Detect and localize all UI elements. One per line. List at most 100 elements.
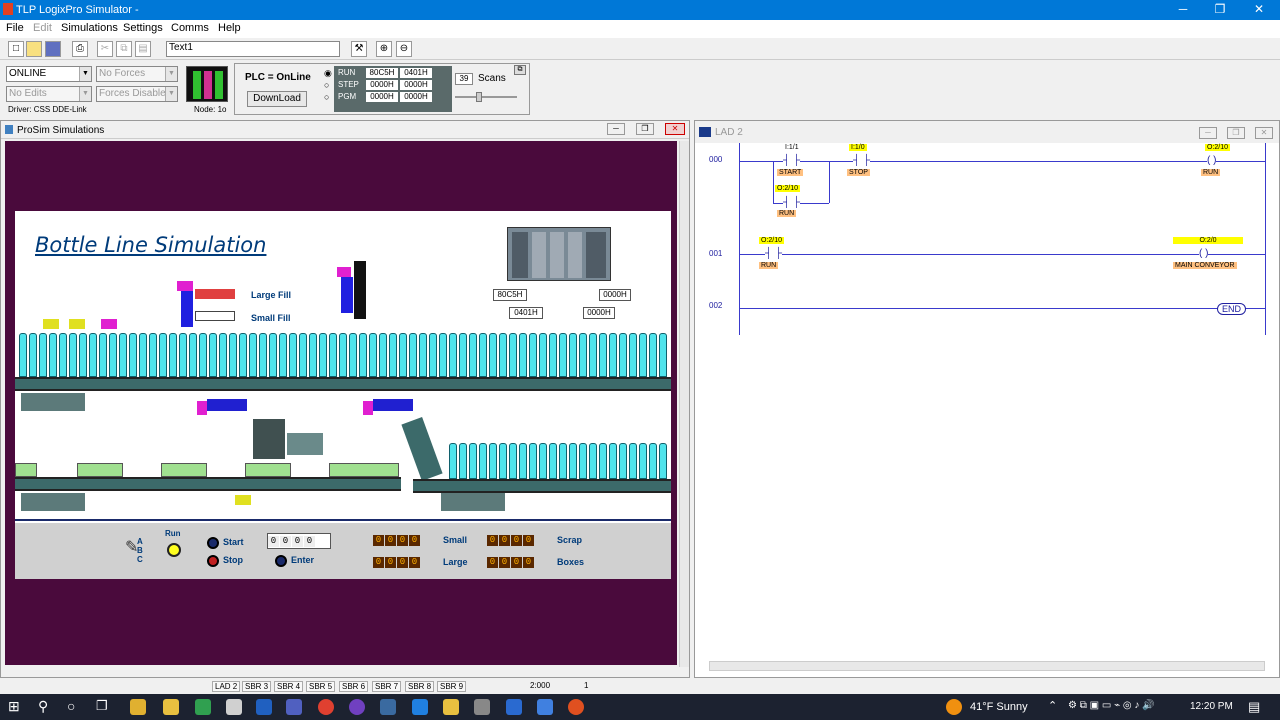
slider-handle[interactable] (476, 92, 482, 102)
chrome-icon[interactable] (318, 699, 334, 715)
zoom-out-icon[interactable]: ⊖ (396, 41, 412, 57)
thumb-digit[interactable]: 0 (268, 536, 279, 547)
sensor (69, 319, 85, 329)
scan-slider[interactable] (455, 96, 517, 98)
radio-run[interactable]: ◉ (324, 68, 332, 79)
menu-edit[interactable]: Edit (33, 22, 52, 34)
hopper (341, 277, 353, 313)
hopper-valve (337, 267, 351, 277)
close-icon[interactable]: ✕ (1252, 2, 1266, 16)
app-icon[interactable] (474, 699, 490, 715)
paste-icon[interactable]: ▤ (135, 41, 151, 57)
coil-icon[interactable]: ( ) (1207, 155, 1217, 166)
rung-number: 001 (709, 249, 723, 258)
hex-value: 0000H (366, 80, 398, 90)
window-icon (699, 127, 711, 137)
sheets-icon[interactable] (195, 699, 211, 715)
edits-select[interactable]: No Edits ▼ (6, 86, 92, 102)
logixpro-icon[interactable] (506, 699, 522, 715)
teams-icon[interactable] (286, 699, 302, 715)
bottle (349, 333, 357, 377)
menu-simulations[interactable]: Simulations (61, 22, 118, 34)
clock[interactable]: 12:20 PM (1190, 701, 1233, 712)
hopper-stack (354, 261, 366, 319)
minimize-icon[interactable]: ─ (1176, 2, 1190, 16)
bottle (409, 333, 417, 377)
bottle (369, 333, 377, 377)
bottle (389, 333, 397, 377)
app-icon[interactable] (380, 699, 396, 715)
app-icon[interactable] (568, 699, 584, 715)
radio-pgm[interactable]: ○ (324, 92, 329, 102)
thumb-digit[interactable]: 0 (292, 536, 303, 547)
tab-sbr9[interactable]: SBR 9 (437, 681, 467, 692)
app-icon[interactable] (412, 699, 428, 715)
text-field[interactable]: Text1 (166, 41, 340, 57)
cut-icon[interactable]: ✂ (97, 41, 113, 57)
zoom-in-icon[interactable]: ⊕ (376, 41, 392, 57)
radio-step[interactable]: ○ (324, 80, 329, 90)
maximize-icon[interactable]: ❐ (636, 123, 654, 135)
search-icon[interactable]: ⚲ (38, 698, 48, 715)
forces-select[interactable]: No Forces ▼ (96, 66, 178, 82)
stop-button[interactable] (207, 555, 219, 567)
outlook-icon[interactable] (256, 699, 272, 715)
minimize-icon[interactable]: ─ (1199, 127, 1217, 139)
tab-sbr6[interactable]: SBR 6 (339, 681, 369, 692)
forces-disabled-select[interactable]: Forces Disabled ▼ (96, 86, 178, 102)
print-icon[interactable]: ⎙ (72, 41, 88, 57)
tab-sbr8[interactable]: SBR 8 (405, 681, 435, 692)
maximize-icon[interactable]: ❐ (1227, 127, 1245, 139)
notification-icon[interactable]: ▤ (1248, 699, 1260, 715)
contact-icon[interactable]: ┤ ├ (783, 197, 800, 208)
start-icon[interactable]: ⊞ (8, 698, 20, 715)
contact-icon[interactable]: ┤ ├ (853, 155, 870, 166)
coil-icon[interactable]: ( ) (1199, 248, 1209, 259)
panel-toggle-icon[interactable]: ⧉ (514, 65, 526, 75)
app-icon[interactable] (443, 699, 459, 715)
thumb-digit[interactable]: 0 (304, 536, 315, 547)
download-button[interactable]: DownLoad (247, 91, 307, 107)
contact-icon[interactable]: ┤ ├ (783, 155, 800, 166)
lower-bottle-row (445, 443, 671, 479)
app-icon[interactable] (349, 699, 365, 715)
minimize-icon[interactable]: ─ (607, 123, 625, 135)
close-icon[interactable]: ✕ (1255, 127, 1273, 139)
tab-lad2[interactable]: LAD 2 (212, 681, 241, 692)
copy-icon[interactable]: ⧉ (116, 41, 132, 57)
close-icon[interactable]: ✕ (665, 123, 685, 135)
thumbwheel[interactable]: 0000 (267, 533, 331, 549)
new-file-icon[interactable]: □ (8, 41, 24, 57)
thumb-digit[interactable]: 0 (280, 536, 291, 547)
pin-icon[interactable] (226, 699, 242, 715)
tab-sbr3[interactable]: SBR 3 (242, 681, 272, 692)
bottle (129, 333, 137, 377)
menu-bar: File Edit Simulations Settings Comms Hel… (0, 20, 1280, 38)
tab-sbr7[interactable]: SBR 7 (372, 681, 402, 692)
horizontal-scrollbar[interactable] (709, 661, 1265, 671)
menu-settings[interactable]: Settings (123, 22, 163, 34)
task-view-icon[interactable]: ❐ (96, 698, 108, 714)
enter-button[interactable] (275, 555, 287, 567)
chevron-up-icon[interactable]: ⌃ (1048, 699, 1057, 712)
menu-file[interactable]: File (6, 22, 24, 34)
files-icon[interactable] (163, 699, 179, 715)
open-folder-icon[interactable] (26, 41, 42, 57)
bottle (509, 333, 517, 377)
start-button[interactable] (207, 537, 219, 549)
vertical-scrollbar[interactable] (679, 141, 689, 667)
tab-sbr5[interactable]: SBR 5 (306, 681, 336, 692)
mode-select[interactable]: ONLINE ▼ (6, 66, 92, 82)
maximize-icon[interactable]: ❐ (1213, 2, 1227, 16)
menu-comms[interactable]: Comms (171, 22, 209, 34)
menu-help[interactable]: Help (218, 22, 241, 34)
cortana-icon[interactable]: ○ (67, 698, 75, 714)
tray-icons[interactable]: ⚙ ⧉ ▣ ▭ ⌁ ◎ ♪ 🔊 (1068, 700, 1155, 711)
app-icon[interactable] (537, 699, 553, 715)
save-icon[interactable] (45, 41, 61, 57)
contact-icon[interactable]: ┤ ├ (765, 248, 782, 259)
tools-icon[interactable]: ⚒ (351, 41, 367, 57)
tab-sbr4[interactable]: SBR 4 (274, 681, 304, 692)
weather[interactable]: 41°F Sunny (970, 701, 1028, 713)
file-explorer-icon[interactable] (130, 699, 146, 715)
